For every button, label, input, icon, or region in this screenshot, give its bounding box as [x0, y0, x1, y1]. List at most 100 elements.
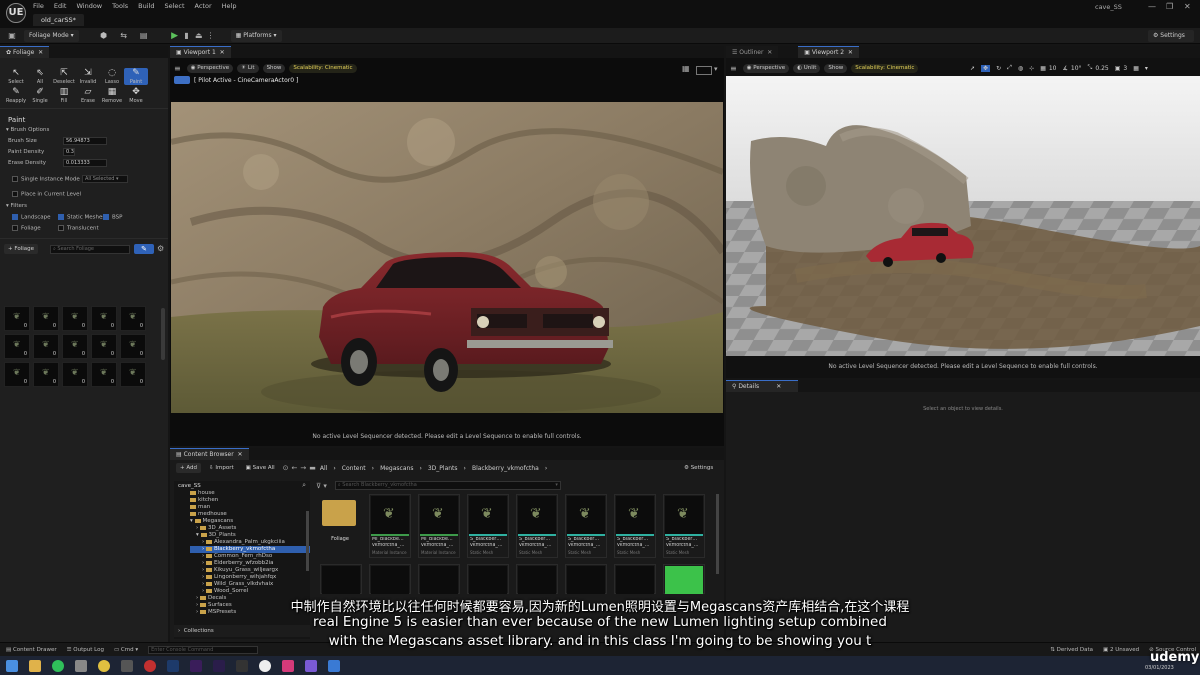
layout-icon[interactable]: ▦ — [682, 64, 690, 73]
asset-tile[interactable] — [516, 564, 558, 594]
level-tab[interactable]: old_carSS* — [33, 14, 84, 26]
scale-snap-value[interactable]: 0.25 — [1095, 65, 1108, 72]
history-icon[interactable]: ⊙ — [283, 464, 289, 472]
foliage-cell[interactable]: ❦ 0 — [33, 334, 59, 359]
app-icon[interactable] — [328, 659, 340, 672]
asset-tile[interactable] — [467, 564, 509, 594]
surface-snap-icon[interactable]: ⊹ — [1029, 65, 1034, 72]
content-settings-button[interactable]: ⚙ Settings — [680, 463, 717, 473]
hamburger-icon[interactable]: ≡ — [174, 64, 181, 73]
asset-tile[interactable]: ❦ S_Blackber… vkmofctha_… Static Mesh — [614, 494, 656, 558]
minimize-button[interactable]: — — [1148, 2, 1156, 11]
world-icon[interactable]: ◍ — [1018, 65, 1023, 72]
tree-item-3d-plants[interactable]: ▾ 3D_Plants — [190, 532, 310, 539]
foliage-search-input[interactable]: ⌕ Search Foliage — [50, 245, 130, 254]
chevron-down-icon[interactable]: ▾ — [1145, 65, 1148, 72]
tool-move[interactable]: ✥ Move — [124, 87, 148, 104]
filter-translucent-checkbox[interactable] — [58, 225, 64, 231]
tool-erase[interactable]: ▱ Erase — [76, 87, 100, 104]
tree-item-common-fern[interactable]: › Common_Fern_rhDso — [190, 553, 310, 560]
play-icon[interactable]: ▶ — [169, 31, 181, 41]
foliage-cell[interactable]: ❦ 0 — [62, 362, 88, 387]
place-current-level-checkbox[interactable] — [12, 191, 18, 197]
tree-item-3d-assets[interactable]: › 3D_Assets — [190, 525, 310, 532]
layout-icon[interactable]: ▦ — [1133, 65, 1139, 72]
asset-tile[interactable]: ❦ MI_Blackbe… vkmofctha_… Material Instance — [418, 494, 460, 558]
show-button[interactable]: Show — [262, 64, 286, 73]
unlit-button[interactable]: ◐ Unlit — [793, 64, 821, 73]
sequencer-icon[interactable]: ▤ — [137, 31, 151, 40]
foliage-scrollbar[interactable] — [161, 308, 165, 360]
tab-foliage[interactable]: ✿ Foliage ✕ — [0, 46, 50, 58]
menu-tools[interactable]: Tools — [112, 2, 128, 10]
menu-build[interactable]: Build — [138, 2, 154, 10]
asset-tile[interactable]: ❦ S_Blackber… vkmofctha_… Static Mesh — [565, 494, 607, 558]
scalability-button[interactable]: Scalability: Cinematic — [851, 64, 919, 73]
lit-button[interactable]: ☀ Lit — [237, 64, 259, 73]
settings-dropdown[interactable]: ⚙ Settings ▾ — [1148, 30, 1194, 51]
viewport-size-icon[interactable] — [696, 66, 712, 75]
scale-icon[interactable]: ⤢ — [1007, 64, 1012, 72]
tree-item-kikuyu-grass[interactable]: › Kikuyu_Grass_wiljeargx — [190, 567, 310, 574]
tool-select[interactable]: ↖ Select — [4, 68, 28, 85]
app-icon[interactable] — [282, 659, 294, 672]
menu-select[interactable]: Select — [164, 2, 184, 10]
single-instance-dropdown[interactable]: All Selected ▾ — [82, 175, 128, 183]
tool-deselect[interactable]: ⇱ Deselect — [52, 68, 76, 85]
foliage-cell[interactable]: ❦ 0 — [120, 362, 146, 387]
viewport-2-scene[interactable] — [726, 76, 1200, 356]
rotation-snap-value[interactable]: 10° — [1071, 65, 1082, 72]
foliage-cell[interactable]: ❦ 0 — [91, 362, 117, 387]
asset-tile[interactable]: ❦ S_Blackber… vkmofctha_… Static Mesh — [516, 494, 558, 558]
crumb-3d-plants[interactable]: 3D_Plants — [428, 465, 458, 472]
menu-help[interactable]: Help — [222, 2, 237, 10]
asset-tile[interactable]: ❦ MI_Blackbe… vkmofctha_… Material Instance — [369, 494, 411, 558]
gear-icon[interactable]: ⚙ — [157, 244, 164, 253]
tab-details[interactable]: ⚲ Details ✕ — [726, 380, 798, 392]
unreal-engine-icon[interactable] — [259, 659, 271, 672]
foliage-cell[interactable]: ❦ 0 — [4, 306, 30, 331]
paint-density-field[interactable]: 0.3 — [63, 148, 75, 156]
asset-tile[interactable]: ❦ S_Blackber… vkmofctha_… Static Mesh — [467, 494, 509, 558]
chevron-down-icon[interactable]: ▾ — [714, 65, 718, 73]
rotation-snap-icon[interactable]: ∡ — [1063, 65, 1068, 72]
tree-item-wood-sorrel[interactable]: › Wood_Sorrel — [190, 588, 310, 595]
eject-icon[interactable]: ⏏ — [193, 31, 205, 40]
single-instance-toggle[interactable]: Single Instance Mode — [12, 176, 80, 183]
filter-landscape-checkbox[interactable] — [12, 214, 18, 220]
tree-item-medhouse[interactable]: medhouse — [190, 511, 310, 518]
unreal-logo-icon[interactable]: UE — [6, 3, 26, 23]
brush-size-field[interactable]: 56.94873 — [63, 137, 107, 145]
filter-foliage-checkbox[interactable] — [12, 225, 18, 231]
filter-landscape[interactable]: Landscape — [12, 214, 51, 221]
more-icon[interactable]: ⋮ — [205, 31, 217, 40]
tab-outliner[interactable]: ☰ Outliner ✕ — [726, 46, 779, 58]
app-icon[interactable] — [305, 659, 317, 672]
tool-lasso[interactable]: ◌ Lasso — [100, 68, 124, 85]
tool-paint[interactable]: ✎ Paint — [124, 68, 148, 85]
filter-translucent[interactable]: Translucent — [58, 225, 99, 232]
select-mode-icon[interactable]: ➚ — [970, 65, 975, 72]
asset-tile[interactable] — [418, 564, 460, 594]
scalability-button[interactable]: Scalability: Cinematic — [289, 64, 357, 73]
asset-search-input[interactable]: ⌕ Search Blackberry_vkmofctha ▾ — [334, 481, 561, 490]
paint-toggle-icon[interactable]: ✎ — [134, 244, 154, 254]
tool-invalid[interactable]: ⇲ Invalid — [76, 68, 100, 85]
crumb-megascans[interactable]: Megascans — [380, 465, 413, 472]
place-current-level-toggle[interactable]: Place in Current Level — [12, 191, 81, 198]
filters-header[interactable]: ▾ Filters — [6, 203, 27, 209]
asset-folder-foliage[interactable]: Foliage — [320, 494, 362, 558]
tool-single[interactable]: ✐ Single — [28, 87, 52, 104]
asset-tile[interactable] — [369, 564, 411, 594]
photoshop-icon[interactable] — [167, 659, 179, 672]
perspective-button[interactable]: ◉ Perspective — [186, 64, 234, 73]
single-instance-checkbox[interactable] — [12, 176, 18, 182]
menu-window[interactable]: Window — [76, 2, 102, 10]
recorder-icon[interactable] — [144, 659, 156, 672]
app-icon[interactable] — [121, 659, 133, 672]
chrome-icon[interactable] — [98, 659, 110, 672]
asset-tile[interactable] — [320, 564, 362, 594]
tool-reapply[interactable]: ✎ Reapply — [4, 87, 28, 104]
add-foliage-button[interactable]: + Foliage — [4, 244, 38, 254]
tree-item-elderberry[interactable]: › Elderberry_wfzobb2ia — [190, 560, 310, 567]
